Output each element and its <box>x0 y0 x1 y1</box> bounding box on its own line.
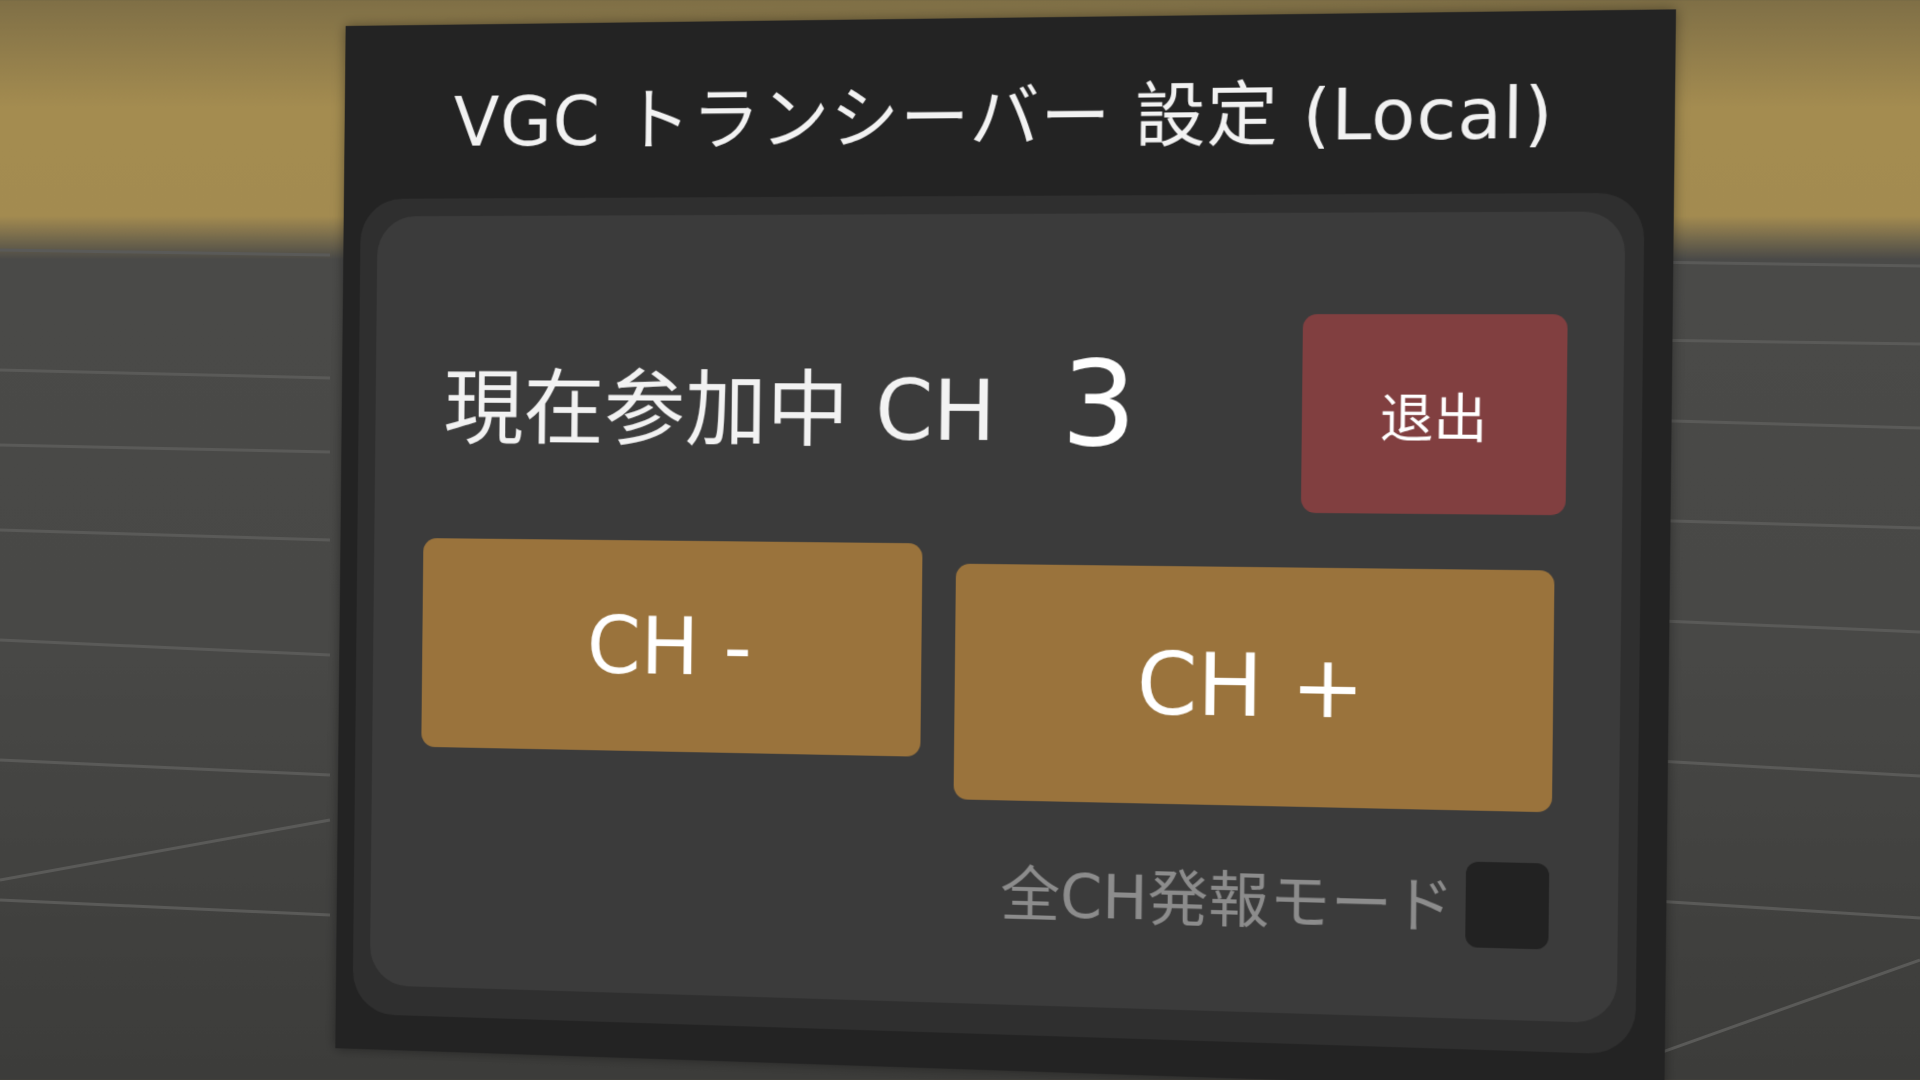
broadcast-mode-label: 全CH発報モード <box>1000 846 1455 946</box>
channel-up-label: CH + <box>1136 634 1365 739</box>
controls-frame: 現在参加中 CH 3 退出 CH - CH + 全CH発報モード <box>353 193 1645 1055</box>
controls-area: 現在参加中 CH 3 退出 CH - CH + 全CH発報モード <box>370 211 1626 1023</box>
channel-down-button[interactable]: CH - <box>421 538 922 757</box>
leave-button[interactable]: 退出 <box>1301 314 1568 515</box>
current-channel-label: 現在参加中 CH <box>443 343 996 465</box>
channel-down-label: CH - <box>587 599 753 693</box>
current-channel-value: 3 <box>1061 334 1138 473</box>
settings-panel: VGC トランシーバー 設定 (Local) 現在参加中 CH 3 退出 CH … <box>335 9 1676 1080</box>
settings-panel-wrapper: VGC トランシーバー 設定 (Local) 現在参加中 CH 3 退出 CH … <box>335 9 1676 1080</box>
panel-title: VGC トランシーバー 設定 (Local) <box>344 55 1675 167</box>
broadcast-mode-checkbox[interactable] <box>1465 862 1549 950</box>
channel-up-button[interactable]: CH + <box>954 564 1555 813</box>
leave-button-label: 退出 <box>1379 376 1487 453</box>
